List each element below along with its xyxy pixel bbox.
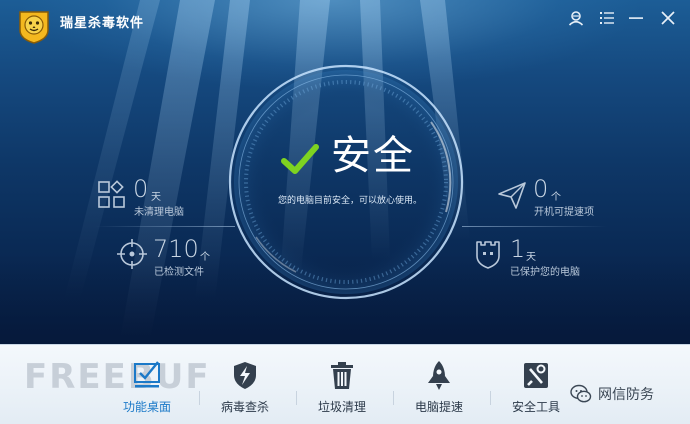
trash-icon [331,362,353,389]
right-divider [462,226,607,227]
lion-logo-icon [19,11,49,44]
menu-button[interactable] [598,9,616,27]
scanned-files-label: 已检测文件 [154,267,204,278]
tab-function-desktop-label: 功能桌面 [122,400,171,414]
status-panel: 瑞星杀毒软件 安全 您的电脑目前安全，可以放心使用。 0 天 未清理电脑 710… [0,0,690,344]
toolbox-icon [524,363,548,388]
tab-junk-cleanup-label: 垃圾清理 [317,400,366,414]
status-ring [228,64,464,300]
user-icon [568,11,584,26]
bottom-toolbar: FREEBUF 功能桌面 病毒查杀 垃圾清理 电脑提速 安全工具 网信防务 [0,344,690,424]
cleanup-days-unit: 天 [151,192,161,203]
toolbar-separator [296,391,297,405]
desktop-icon [134,361,160,388]
antivirus-window: 瑞星杀毒软件 安全 您的电脑目前安全，可以放心使用。 0 天 未清理电脑 710… [0,0,690,424]
scanned-files-value: 710 [153,235,199,263]
cleanup-days-value: 0 [133,175,149,203]
tab-security-tools-label: 安全工具 [511,400,560,414]
toolbar-separator [199,391,200,405]
close-button[interactable] [659,9,677,27]
toolbar-separator [393,391,394,405]
status-description: 您的电脑目前安全，可以放心使用。 [277,196,422,206]
status-title: 安全 [331,133,415,179]
tab-pc-speedup-label: 电脑提速 [414,400,463,414]
minimize-button[interactable] [627,9,645,27]
list-menu-icon [600,12,614,24]
crosshair-scan-icon [117,239,147,269]
protected-days-label: 已保护您的电脑 [510,267,580,278]
speedup-items-label: 开机可提速项 [534,207,594,218]
protected-days-unit: 天 [526,252,536,263]
protected-days-value: 1 [510,235,526,263]
tab-virus-scan[interactable]: 病毒查杀 [202,345,288,424]
tab-security-tools[interactable]: 安全工具 [493,345,579,424]
cleanup-days-label: 未清理电脑 [134,207,184,218]
tab-pc-speedup[interactable]: 电脑提速 [396,345,482,424]
tab-junk-cleanup[interactable]: 垃圾清理 [299,345,385,424]
close-icon [661,11,675,25]
paper-plane-icon [498,182,526,209]
rocket-icon [428,361,450,390]
minimize-icon [629,17,643,19]
shield-guard-icon [476,241,500,269]
shield-bolt-icon [234,362,256,389]
grid-clean-icon [98,180,125,208]
check-icon [281,144,319,174]
toolbar-separator [490,391,491,405]
wechat-account-label: 网信防务 [598,387,654,403]
tab-function-desktop[interactable]: 功能桌面 [104,345,190,424]
tab-virus-scan-label: 病毒查杀 [220,400,269,414]
wechat-icon [570,384,592,403]
app-title: 瑞星杀毒软件 [60,16,145,31]
speedup-items-unit: 个 [551,192,561,203]
account-button[interactable] [567,9,585,27]
speedup-items-value: 0 [533,175,549,203]
left-divider [95,226,235,227]
scanned-files-unit: 个 [200,252,210,263]
